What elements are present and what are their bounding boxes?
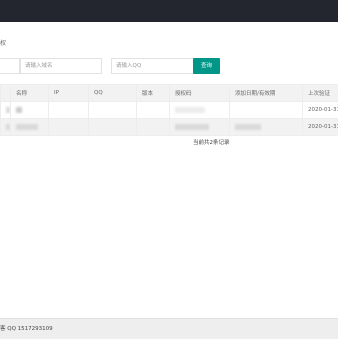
added-date-cell	[230, 119, 303, 136]
redacted-text	[16, 107, 22, 113]
qq-search-input[interactable]: 请输入QQ	[111, 58, 194, 74]
name-cell	[11, 119, 49, 136]
search-bar: 请输入域名 请输入QQ 查询	[0, 58, 338, 74]
footer-contact-text: 客 QQ 1517293109	[0, 319, 53, 339]
col-header-ip: IP	[49, 85, 89, 102]
panel-title: 权	[0, 38, 6, 47]
last-verify-cell: 2020-01-31	[303, 119, 338, 136]
redacted-text	[235, 124, 261, 130]
col-header-added-date: 添加日期/有效期	[230, 85, 303, 102]
col-header-version: 版本	[137, 85, 170, 102]
auth-code-cell	[170, 102, 230, 119]
ip-cell	[49, 119, 89, 136]
search-input-partial[interactable]	[0, 58, 20, 74]
domain-search-input[interactable]: 请输入域名	[20, 58, 102, 74]
table-row[interactable]: 2020-01-31	[1, 102, 338, 119]
col-header-name: 名称	[11, 85, 49, 102]
col-header-last-verify: 上次验证	[303, 85, 338, 102]
col-header-qq: QQ	[89, 85, 137, 102]
redacted-text	[175, 124, 209, 130]
footer: 客 QQ 1517293109	[0, 318, 338, 339]
added-date-cell	[230, 102, 303, 119]
redacted-text	[6, 107, 10, 113]
redacted-text	[175, 107, 205, 113]
table-header-row: 名称 IP QQ 版本 授权码 添加日期/有效期 上次验证	[1, 85, 338, 102]
col-header-checkbox	[1, 85, 11, 102]
auth-code-cell	[170, 119, 230, 136]
qq-cell	[89, 102, 137, 119]
last-verify-cell: 2020-01-31	[303, 102, 338, 119]
authorization-table: 名称 IP QQ 版本 授权码 添加日期/有效期 上次验证 2020-01-31	[0, 84, 338, 136]
version-cell	[137, 119, 170, 136]
redacted-text	[16, 124, 38, 130]
qq-cell	[89, 119, 137, 136]
ip-cell	[49, 102, 89, 119]
version-cell	[137, 102, 170, 119]
row-lead-cell	[1, 119, 11, 136]
query-button[interactable]: 查询	[193, 58, 220, 74]
redacted-text	[6, 124, 10, 130]
record-count-summary: 当前共2条记录	[193, 138, 230, 146]
col-header-auth-code: 授权码	[170, 85, 230, 102]
table-row[interactable]: 2020-01-31	[1, 119, 338, 136]
name-cell	[11, 102, 49, 119]
top-nav-bar	[0, 0, 338, 22]
row-lead-cell	[1, 102, 11, 119]
